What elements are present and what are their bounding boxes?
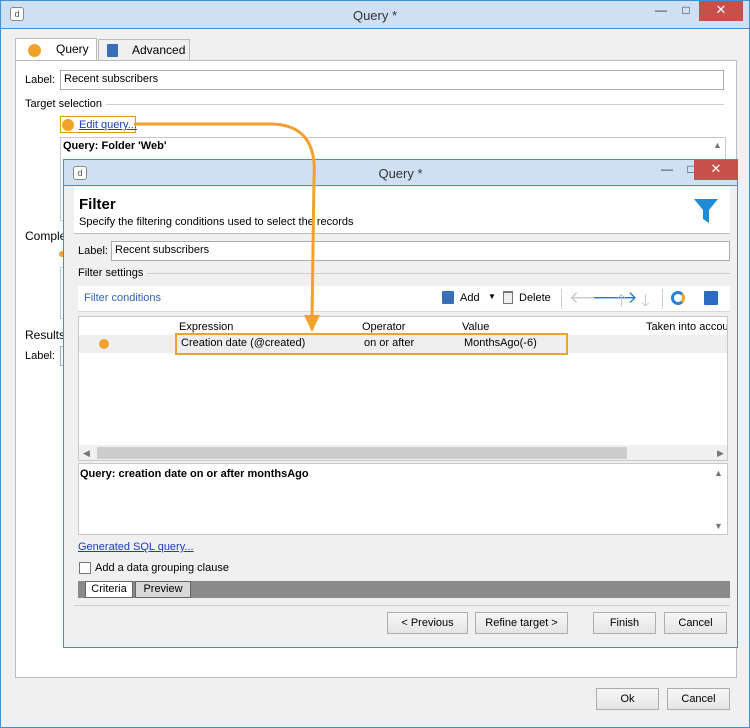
query-tab-icon <box>28 44 41 57</box>
tab-advanced[interactable]: Advanced <box>98 39 190 61</box>
results-label-partial: Label: <box>25 350 55 362</box>
close-button[interactable]: ✕ <box>699 1 743 21</box>
scrollbar-thumb[interactable] <box>97 447 627 459</box>
outer-titlebar: d Query * — □ ✕ <box>1 1 749 29</box>
trash-icon <box>503 291 513 304</box>
clipboard-icon <box>107 44 118 57</box>
col-value-header[interactable]: Value <box>462 321 489 333</box>
target-selection-heading: Target selection <box>25 98 103 110</box>
edit-query-icon <box>62 119 74 131</box>
refresh-chart-icon[interactable] <box>671 291 685 305</box>
filter-titlebar: d Query * — □ ✕ <box>64 160 738 186</box>
delete-button[interactable]: Delete <box>519 292 551 304</box>
header-divider <box>74 233 730 234</box>
grouping-checkbox[interactable] <box>79 562 91 574</box>
toolbar-separator <box>561 289 562 309</box>
horizontal-scrollbar[interactable]: ◀ ▶ <box>79 445 727 460</box>
outer-query-text: Query: Folder 'Web' <box>63 140 167 152</box>
grouping-checkbox-label: Add a data grouping clause <box>95 562 229 574</box>
outer-label-caption: Label: <box>25 74 55 86</box>
add-icon <box>442 291 454 304</box>
generated-sql-link[interactable]: Generated SQL query... <box>78 541 194 553</box>
add-button[interactable]: Add <box>460 292 480 304</box>
filter-heading: Filter <box>79 196 116 213</box>
filter-label-caption: Label: <box>78 245 108 257</box>
tab-preview-label: Preview <box>143 583 183 595</box>
tab-query[interactable]: Query <box>15 38 97 61</box>
footer-divider <box>74 605 730 606</box>
scroll-left-arrow-icon[interactable]: ◀ <box>83 448 90 459</box>
query-summary-text: Query: creation date on or after monthsA… <box>80 468 309 480</box>
maximize-button[interactable]: □ <box>671 1 701 21</box>
outer-window-title: Query * <box>352 8 398 23</box>
move-up-arrow-icon[interactable]: 🡑 <box>617 288 626 317</box>
tab-advanced-label: Advanced <box>132 43 186 57</box>
filter-label-field[interactable]: Recent subscribers <box>111 241 730 261</box>
summary-scroll-up-arrow-icon[interactable]: ▲ <box>714 468 723 478</box>
col-operator-header[interactable]: Operator <box>362 321 405 333</box>
row-status-icon <box>99 339 109 349</box>
summary-scroll-down-arrow-icon[interactable]: ▼ <box>714 521 723 531</box>
refine-target-button[interactable]: Refine target > <box>475 612 568 634</box>
filter-query-window: d Query * — □ ✕ Filter Specify the filte… <box>63 159 738 648</box>
move-right-arrow-icon[interactable]: 🡒 <box>592 288 638 308</box>
ok-button[interactable]: Ok <box>596 688 659 710</box>
outer-scroll-up-arrow-icon[interactable]: ▲ <box>713 140 722 150</box>
filter-subheading: Specify the filtering conditions used to… <box>79 216 354 228</box>
col-expression-header[interactable]: Expression <box>179 321 233 333</box>
tab-preview[interactable]: Preview <box>135 581 191 598</box>
target-selection-divider <box>106 104 724 105</box>
tab-criteria[interactable]: Criteria <box>85 581 133 598</box>
outer-cancel-button[interactable]: Cancel <box>667 688 730 710</box>
row-highlight-box <box>175 333 568 355</box>
edit-query-link[interactable]: Edit query... <box>79 119 137 131</box>
finish-button[interactable]: Finish <box>593 612 656 634</box>
tab-query-label: Query <box>56 42 89 56</box>
move-down-arrow-icon[interactable]: 🡓 <box>641 288 650 317</box>
previous-button[interactable]: < Previous <box>387 612 468 634</box>
save-icon[interactable] <box>704 291 718 305</box>
complete-section-partial: Comple <box>25 229 67 243</box>
results-section-partial: Results <box>25 328 66 342</box>
scroll-right-arrow-icon[interactable]: ▶ <box>717 448 724 459</box>
funnel-icon <box>694 199 718 223</box>
filter-conditions-title: Filter conditions <box>84 292 162 304</box>
filter-settings-heading: Filter settings <box>78 267 144 279</box>
filter-cancel-button[interactable]: Cancel <box>664 612 727 634</box>
col-taken-into-account-header[interactable]: Taken into accou <box>646 321 727 333</box>
outer-label-field[interactable]: Recent subscribers <box>60 70 724 90</box>
filter-settings-divider <box>147 273 730 274</box>
filter-window-title: Query * <box>378 166 423 181</box>
tab-criteria-label: Criteria <box>91 583 127 595</box>
toolbar-separator-2 <box>662 289 663 309</box>
add-dropdown-chevron-down-icon[interactable]: ▼ <box>488 292 496 301</box>
filter-close-button[interactable]: ✕ <box>694 160 738 180</box>
